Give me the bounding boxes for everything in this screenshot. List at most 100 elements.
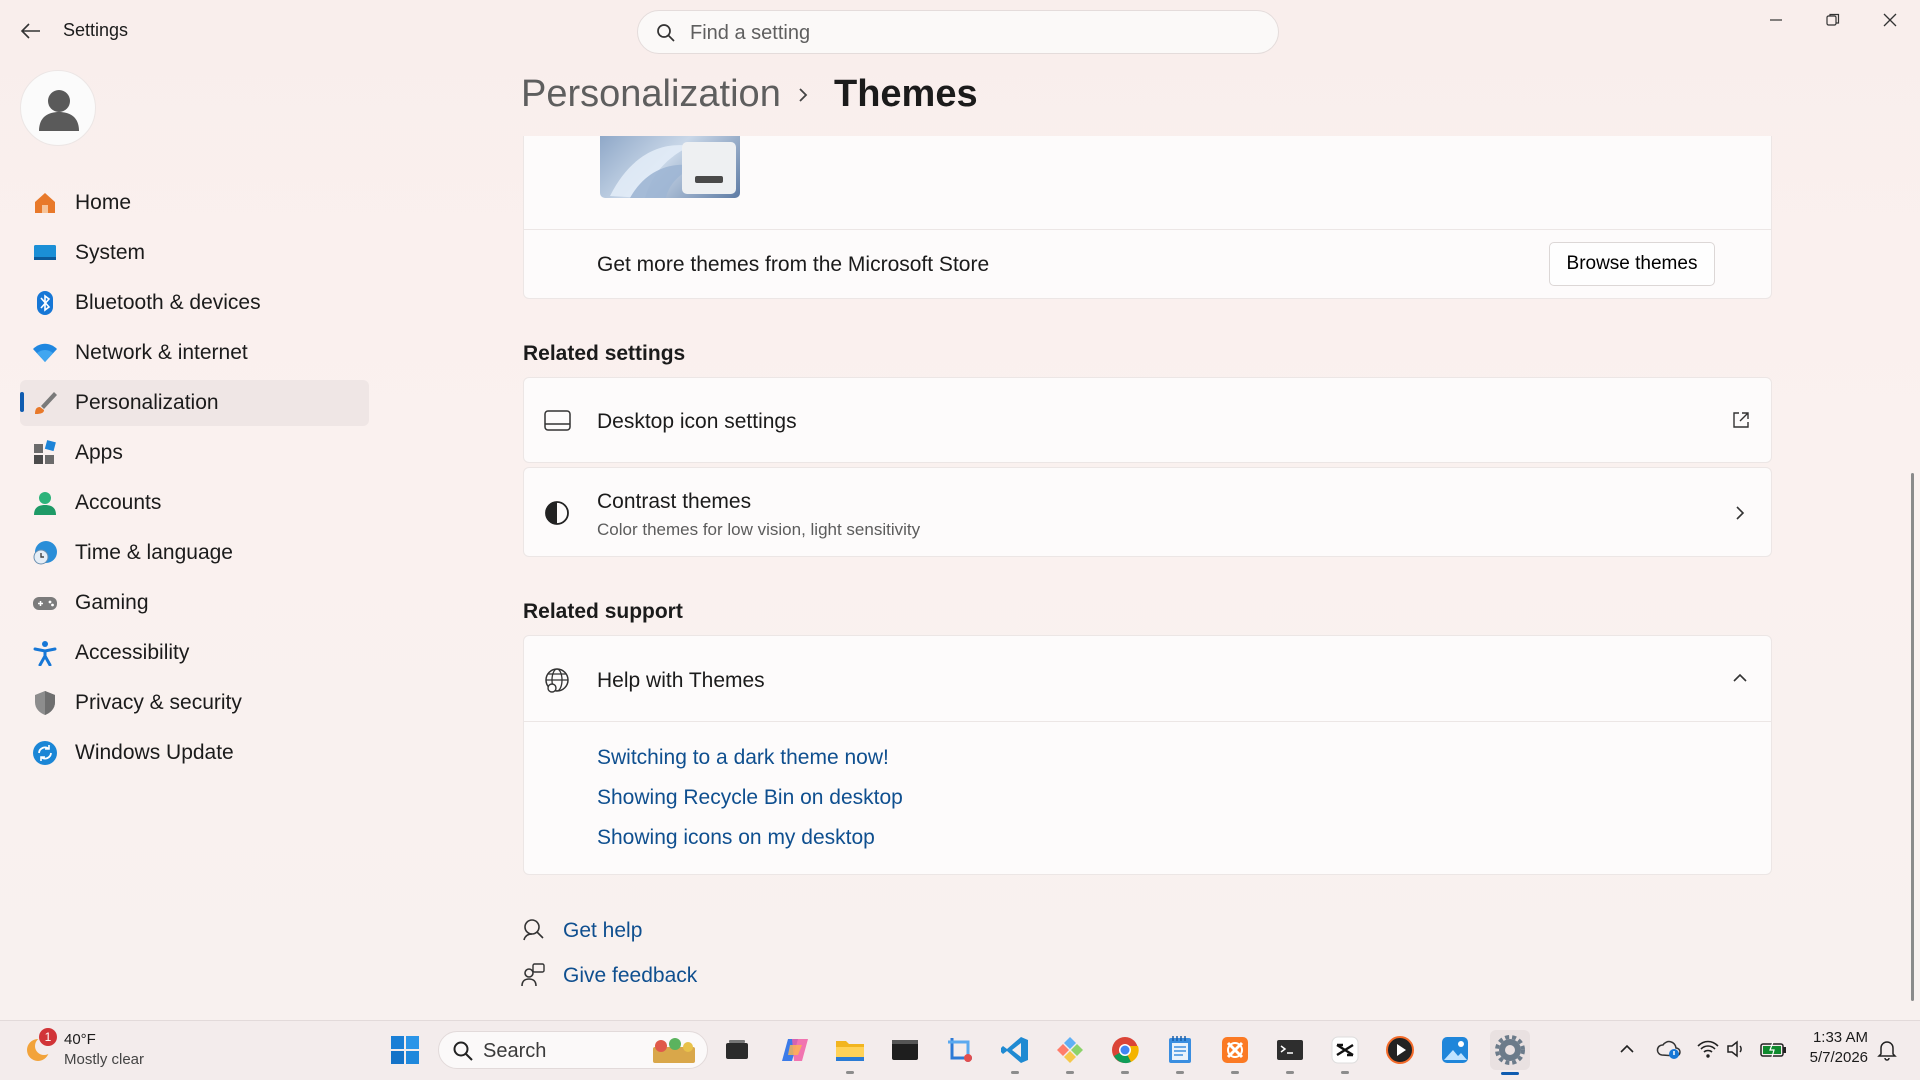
search-input[interactable] (688, 19, 1252, 47)
snipping-tool-icon (948, 1038, 972, 1062)
divider (524, 721, 1771, 722)
file-explorer-button[interactable] (830, 1030, 870, 1074)
help-link-dark-theme[interactable]: Switching to a dark theme now! (597, 746, 889, 770)
related-settings-heading: Related settings (523, 342, 686, 365)
feedback-icon (521, 963, 545, 987)
selection-indicator (20, 392, 24, 412)
copilot-button[interactable] (775, 1030, 815, 1070)
start-button[interactable] (385, 1030, 425, 1070)
weather-temp: 40°F (64, 1031, 96, 1048)
git-client-button[interactable] (1050, 1030, 1090, 1074)
help-with-themes-header[interactable]: Help with Themes (524, 636, 1771, 721)
photos-icon (1442, 1037, 1468, 1063)
help-with-themes-card: Help with Themes Switching to a dark the… (523, 635, 1772, 875)
minimize-button[interactable] (1753, 6, 1799, 34)
sidebar-item-gaming[interactable]: Gaming (20, 580, 369, 626)
restore-icon (1826, 13, 1840, 26)
scrollbar-thumb[interactable] (1911, 473, 1914, 1001)
sidebar-item-time-language[interactable]: Time & language (20, 530, 369, 576)
contrast-icon (544, 500, 570, 526)
active-indicator (1501, 1072, 1519, 1075)
help-link-recycle-bin[interactable]: Showing Recycle Bin on desktop (597, 786, 903, 810)
task-view-icon (726, 1040, 748, 1059)
sidebar-item-label: Privacy & security (75, 691, 242, 714)
terminal-app-button[interactable] (885, 1030, 925, 1070)
contrast-themes-row[interactable]: Contrast themes Color themes for low vis… (523, 467, 1772, 557)
back-arrow-icon (20, 23, 40, 39)
taskbar-search[interactable]: Search (438, 1031, 708, 1069)
give-feedback-link[interactable]: Give feedback (563, 964, 697, 988)
wifi-tray-icon[interactable] (1697, 1039, 1719, 1059)
app-title: Settings (63, 20, 129, 40)
search-icon (453, 1041, 473, 1061)
show-hidden-icons-button[interactable] (1618, 1040, 1636, 1058)
sidebar-item-accounts[interactable]: Accounts (20, 480, 369, 526)
battery-tray-icon[interactable] (1760, 1040, 1788, 1058)
get-help-link[interactable]: Get help (563, 919, 642, 943)
sidebar-item-label: Time & language (75, 541, 233, 564)
accessibility-icon (32, 640, 58, 666)
copilot-icon (782, 1039, 808, 1061)
photos-button[interactable] (1435, 1030, 1475, 1070)
onedrive-tray-icon[interactable] (1656, 1038, 1682, 1060)
clock[interactable]: 1:33 AM 5/7/2026 (1796, 1029, 1868, 1066)
command-prompt-button[interactable] (1270, 1030, 1310, 1074)
help-link-desktop-icons[interactable]: Showing icons on my desktop (597, 826, 875, 850)
apps-icon (32, 440, 58, 466)
bluetooth-icon (32, 290, 58, 316)
capcut-icon (1331, 1036, 1359, 1064)
wifi-icon (32, 340, 58, 366)
theme-preview-thumbnail[interactable] (600, 136, 740, 198)
back-button[interactable] (14, 16, 46, 46)
restore-button[interactable] (1810, 6, 1856, 34)
desktop-icon-settings-row[interactable]: Desktop icon settings (523, 377, 1772, 463)
diamond-app-icon (1057, 1037, 1083, 1063)
time-language-icon (32, 540, 58, 566)
terminal-window-icon (892, 1040, 918, 1060)
close-button[interactable] (1867, 6, 1913, 34)
minimize-icon (1770, 19, 1782, 21)
desktop-icon-settings-label: Desktop icon settings (597, 410, 797, 433)
divider (524, 229, 1771, 230)
sidebar-item-bluetooth[interactable]: Bluetooth & devices (20, 280, 369, 326)
volume-tray-icon[interactable] (1726, 1039, 1748, 1059)
weather-widget[interactable]: 1 40°F Mostly clear (18, 1026, 178, 1074)
desktop-icon (544, 410, 572, 432)
avatar[interactable] (20, 70, 96, 146)
xampp-button[interactable] (1215, 1030, 1255, 1074)
taskbar-preview (682, 142, 736, 194)
sidebar-item-personalization[interactable]: Personalization (20, 380, 369, 426)
sidebar-item-accessibility[interactable]: Accessibility (20, 630, 369, 676)
notification-bell-icon (1877, 1041, 1897, 1061)
sidebar-item-home[interactable]: Home (20, 180, 369, 226)
notepad-button[interactable] (1160, 1030, 1200, 1074)
breadcrumb-chevron-icon (796, 86, 810, 104)
breadcrumb-parent[interactable]: Personalization (521, 73, 781, 116)
home-icon (32, 190, 58, 216)
get-help-icon (521, 918, 545, 942)
taskbar-search-label: Search (483, 1040, 547, 1062)
notifications-button[interactable] (1876, 1039, 1898, 1061)
globe-help-icon (543, 667, 571, 695)
sidebar-item-apps[interactable]: Apps (20, 430, 369, 476)
sidebar-item-system[interactable]: System (20, 230, 369, 276)
sidebar-item-windows-update[interactable]: Windows Update (20, 730, 369, 776)
snipping-tool-button[interactable] (940, 1030, 980, 1070)
sidebar-item-network[interactable]: Network & internet (20, 330, 369, 376)
chrome-button[interactable] (1105, 1030, 1145, 1074)
accounts-icon (32, 490, 58, 516)
vscode-button[interactable] (995, 1030, 1035, 1074)
brush-icon (32, 390, 58, 416)
update-icon (32, 740, 58, 766)
notepad-icon (1169, 1036, 1191, 1063)
sidebar-item-privacy[interactable]: Privacy & security (20, 680, 369, 726)
browse-themes-button[interactable]: Browse themes (1549, 242, 1715, 286)
search-box[interactable] (637, 10, 1279, 54)
capcut-button[interactable] (1325, 1030, 1365, 1074)
task-view-button[interactable] (717, 1030, 757, 1070)
media-player-button[interactable] (1380, 1030, 1420, 1070)
open-external-icon (1732, 411, 1750, 429)
sidebar-item-label: Windows Update (75, 741, 234, 764)
related-support-heading: Related support (523, 600, 683, 623)
settings-app-button[interactable] (1490, 1030, 1530, 1075)
